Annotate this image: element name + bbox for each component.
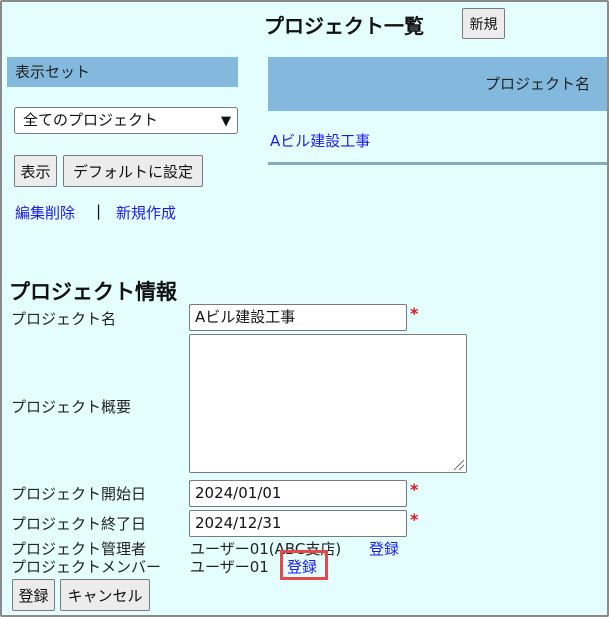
display-set-select-value: 全てのプロジェクト (23, 111, 159, 129)
register-button[interactable]: 登録 (12, 579, 55, 611)
member-label: プロジェクトメンバー (11, 558, 162, 576)
manager-register-link[interactable]: 登録 (369, 538, 399, 559)
member-value: ユーザー01 (190, 558, 269, 576)
link-separator: | (96, 202, 102, 220)
end-date-label: プロジェクト終了日 (11, 515, 147, 533)
page-title: プロジェクト一覧 (264, 14, 424, 38)
required-mark: * (410, 480, 419, 499)
new-project-button[interactable]: 新規 (462, 8, 505, 39)
start-date-input[interactable]: 2024/01/01 (189, 480, 407, 507)
new-create-link[interactable]: 新規作成 (116, 202, 176, 223)
required-mark: * (410, 510, 419, 529)
show-button[interactable]: 表示 (14, 155, 57, 187)
project-name-column-header[interactable]: プロジェクト名 (485, 73, 590, 94)
chevron-down-icon: ▼ (221, 114, 231, 129)
required-mark: * (410, 304, 419, 323)
project-name-label: プロジェクト名 (11, 310, 117, 328)
app-frame: プロジェクト一覧 新規 表示セット 全てのプロジェクト ▼ 表示 デフォルトに設… (0, 0, 609, 617)
table-divider (268, 162, 607, 165)
project-table-header: プロジェクト名 (268, 57, 607, 111)
set-default-button[interactable]: デフォルトに設定 (63, 155, 203, 187)
resize-grip-icon[interactable] (454, 460, 464, 470)
project-summary-label: プロジェクト概要 (11, 398, 132, 416)
project-info-title: プロジェクト情報 (9, 280, 177, 304)
project-name-input[interactable]: Aビル建設工事 (189, 304, 407, 331)
start-date-label: プロジェクト開始日 (11, 485, 147, 503)
cancel-button[interactable]: キャンセル (60, 579, 150, 611)
edit-delete-link[interactable]: 編集削除 (15, 202, 75, 223)
project-summary-textarea[interactable] (189, 334, 467, 473)
project-row-link[interactable]: Aビル建設工事 (270, 130, 370, 151)
end-date-input[interactable]: 2024/12/31 (189, 510, 407, 537)
highlight-box (280, 550, 328, 580)
display-set-header: 表示セット (7, 57, 238, 87)
display-set-select[interactable]: 全てのプロジェクト ▼ (14, 107, 238, 134)
